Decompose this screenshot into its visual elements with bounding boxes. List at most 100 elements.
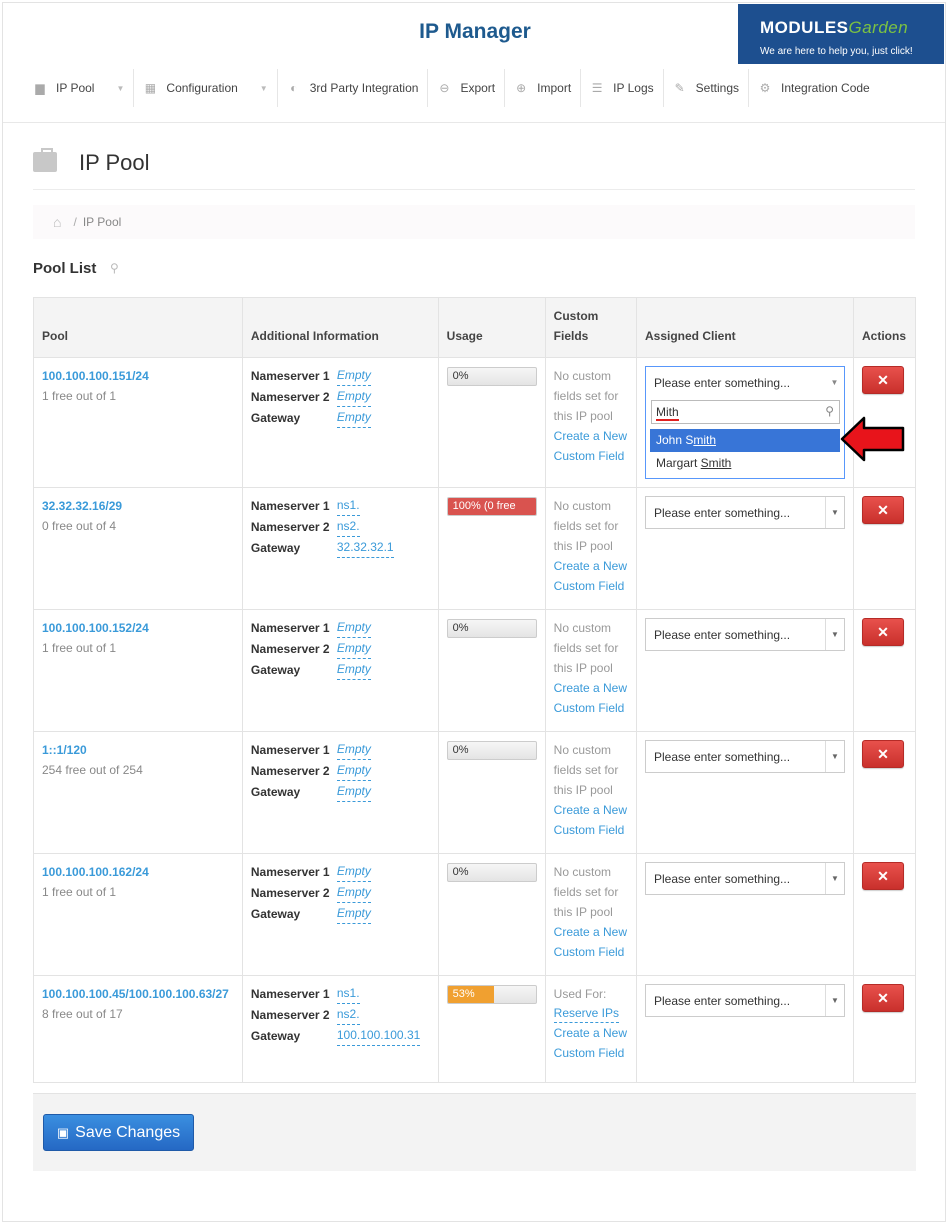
custom-fields-cell: Used For: Reserve IPs Create a New Custom F… bbox=[544, 975, 637, 1083]
delete-button[interactable]: ✕ bbox=[861, 618, 904, 646]
gw-value[interactable]: Empty bbox=[336, 660, 371, 680]
close-icon: ✕ bbox=[877, 746, 889, 762]
actions-cell: ✕ bbox=[852, 731, 917, 854]
client-select[interactable]: Please enter something... ▼ bbox=[644, 984, 845, 1017]
ns2-value[interactable]: Empty bbox=[336, 761, 371, 781]
import-icon: ⊕ bbox=[516, 81, 527, 95]
ns1-label: Nameserver 1 bbox=[250, 499, 330, 513]
close-icon: ✕ bbox=[877, 868, 889, 884]
client-search-input[interactable]: Mith ⚲ bbox=[650, 400, 840, 424]
dropdown-option[interactable]: Margart Smith bbox=[650, 452, 840, 475]
ns2-value[interactable]: Empty bbox=[336, 639, 371, 659]
pool-link[interactable]: 100.100.100.45/100.100.100.63/27 bbox=[42, 984, 234, 1004]
info-cell: Nameserver 1 Empty Nameserver 2 Empty Gatewa… bbox=[241, 609, 439, 732]
create-custom-field-link[interactable]: Create a New Custom Field bbox=[554, 922, 628, 962]
assigned-client-cell: Please enter something... ▼ bbox=[635, 731, 854, 854]
usage-text: 0% bbox=[452, 866, 469, 878]
caret-down-icon: ▼ bbox=[116, 83, 125, 93]
ns1-value[interactable]: Empty bbox=[336, 740, 371, 760]
wrench-icon: ✎ bbox=[674, 81, 685, 95]
actions-cell: ✕ bbox=[852, 487, 917, 610]
nav-label: IP Pool bbox=[56, 81, 95, 95]
ns2-value[interactable]: Empty bbox=[336, 387, 371, 407]
ns2-label: Nameserver 2 bbox=[250, 520, 330, 534]
brand-banner[interactable]: MODULESGarden We are here to help you, j… bbox=[738, 4, 944, 64]
actions-cell: ✕ bbox=[852, 609, 917, 732]
client-select[interactable]: Please enter something... ▼ bbox=[644, 496, 845, 529]
nav-item-ip-logs[interactable]: ☰ IP Logs bbox=[581, 69, 664, 107]
gw-value[interactable]: Empty bbox=[336, 904, 371, 924]
reserve-ips-link[interactable]: Reserve IPs bbox=[553, 1004, 620, 1023]
usage-text: 0% bbox=[452, 744, 469, 756]
breadcrumb-current: IP Pool bbox=[82, 215, 122, 229]
pool-link[interactable]: 100.100.100.151/24 bbox=[42, 366, 234, 386]
nav-item-integration-code[interactable]: ⚙ Integration Code bbox=[749, 69, 879, 107]
pool-link[interactable]: 1::1/120 bbox=[42, 740, 234, 760]
usage-bar: 0% bbox=[446, 367, 537, 386]
nav-item-import[interactable]: ⊕ Import bbox=[505, 69, 582, 107]
create-custom-field-link[interactable]: Create a New Custom Field bbox=[554, 556, 628, 596]
nav-label: 3rd Party Integration bbox=[309, 81, 419, 95]
nav-item-3rd-party-integration[interactable]: ◐ 3rd Party Integration bbox=[278, 69, 429, 107]
ns1-value[interactable]: Empty bbox=[336, 618, 371, 638]
floppy-disk-icon: ▣ bbox=[56, 1124, 70, 1140]
client-select[interactable]: Please enter something... ▼ bbox=[644, 862, 845, 895]
info-cell: Nameserver 1 Empty Nameserver 2 Empty Gatewa… bbox=[241, 357, 439, 488]
ns1-value[interactable]: Empty bbox=[336, 862, 371, 882]
client-select-value: Please enter something... bbox=[653, 628, 791, 642]
nav-item-configuration[interactable]: ▦ Configuration ▼ bbox=[134, 69, 278, 107]
delete-button[interactable]: ✕ bbox=[861, 740, 904, 768]
gw-value[interactable]: 100.100.100.31 bbox=[336, 1026, 421, 1046]
col-assigned-client: Assigned Client bbox=[635, 297, 854, 358]
usage-bar: 0% bbox=[446, 619, 537, 638]
pool-link[interactable]: 100.100.100.152/24 bbox=[42, 618, 234, 638]
delete-button[interactable]: ✕ bbox=[861, 366, 904, 394]
usage-bar: 53% bbox=[446, 985, 537, 1004]
save-changes-button[interactable]: ▣ Save Changes bbox=[43, 1114, 194, 1151]
ns1-value[interactable]: Empty bbox=[336, 366, 371, 386]
client-select[interactable]: Please enter something... ▼ bbox=[644, 740, 845, 773]
gw-value[interactable]: 32.32.32.1 bbox=[336, 538, 394, 558]
custom-fields-note: fields set for bbox=[553, 763, 619, 777]
ns2-label: Nameserver 2 bbox=[250, 1008, 330, 1022]
ns1-value[interactable]: ns1. bbox=[336, 496, 360, 516]
nav-item-settings[interactable]: ✎ Settings bbox=[664, 69, 749, 107]
custom-fields-note: fields set for bbox=[553, 885, 619, 899]
delete-button[interactable]: ✕ bbox=[861, 496, 904, 524]
usage-text: 53% bbox=[452, 988, 475, 1000]
delete-button[interactable]: ✕ bbox=[861, 984, 904, 1012]
ns2-value[interactable]: ns2. bbox=[336, 517, 360, 537]
ns2-value[interactable]: ns2. bbox=[336, 1005, 360, 1025]
gw-value[interactable]: Empty bbox=[336, 408, 371, 428]
nav-label: Configuration bbox=[166, 81, 238, 95]
col-pool: Pool bbox=[33, 297, 243, 358]
brand-tagline: We are here to help you, just click! bbox=[760, 46, 913, 57]
home-icon[interactable]: ⌂ bbox=[53, 214, 61, 230]
ns2-value[interactable]: Empty bbox=[336, 883, 371, 903]
gateway-label: Gateway bbox=[250, 663, 301, 677]
pool-link[interactable]: 32.32.32.16/29 bbox=[42, 496, 234, 516]
pool-link[interactable]: 100.100.100.162/24 bbox=[42, 862, 234, 882]
users-icon: ◐ bbox=[290, 81, 298, 95]
gateway-label: Gateway bbox=[250, 411, 301, 425]
client-select[interactable]: Please enter something... ▼ bbox=[644, 618, 845, 651]
nav-item-ip-pool[interactable]: ▆ IP Pool ▼ bbox=[24, 69, 135, 107]
custom-fields-note: No custom bbox=[553, 499, 612, 513]
create-custom-field-link[interactable]: Create a New Custom Field bbox=[554, 678, 628, 718]
col-custom-fields: Custom Fields bbox=[544, 297, 637, 358]
custom-fields-note: No custom bbox=[553, 621, 612, 635]
nav-item-export[interactable]: ⊖ Export bbox=[428, 69, 506, 107]
ns1-value[interactable]: ns1. bbox=[336, 984, 360, 1004]
create-custom-field-link[interactable]: Create a New Custom Field bbox=[554, 1023, 628, 1063]
ns1-label: Nameserver 1 bbox=[250, 369, 330, 383]
delete-button[interactable]: ✕ bbox=[861, 862, 904, 890]
gw-value[interactable]: Empty bbox=[336, 782, 371, 802]
custom-fields-note: No custom bbox=[553, 865, 612, 879]
create-custom-field-link[interactable]: Create a New Custom Field bbox=[554, 426, 628, 466]
search-icon[interactable]: ⚲ bbox=[110, 261, 119, 275]
dropdown-option[interactable]: John Smith bbox=[649, 429, 840, 452]
close-icon: ✕ bbox=[877, 990, 889, 1006]
client-select[interactable]: Please enter something... ▼ Mith ⚲ John Smit… bbox=[644, 366, 845, 479]
gateway-label: Gateway bbox=[250, 541, 301, 555]
create-custom-field-link[interactable]: Create a New Custom Field bbox=[554, 800, 628, 840]
